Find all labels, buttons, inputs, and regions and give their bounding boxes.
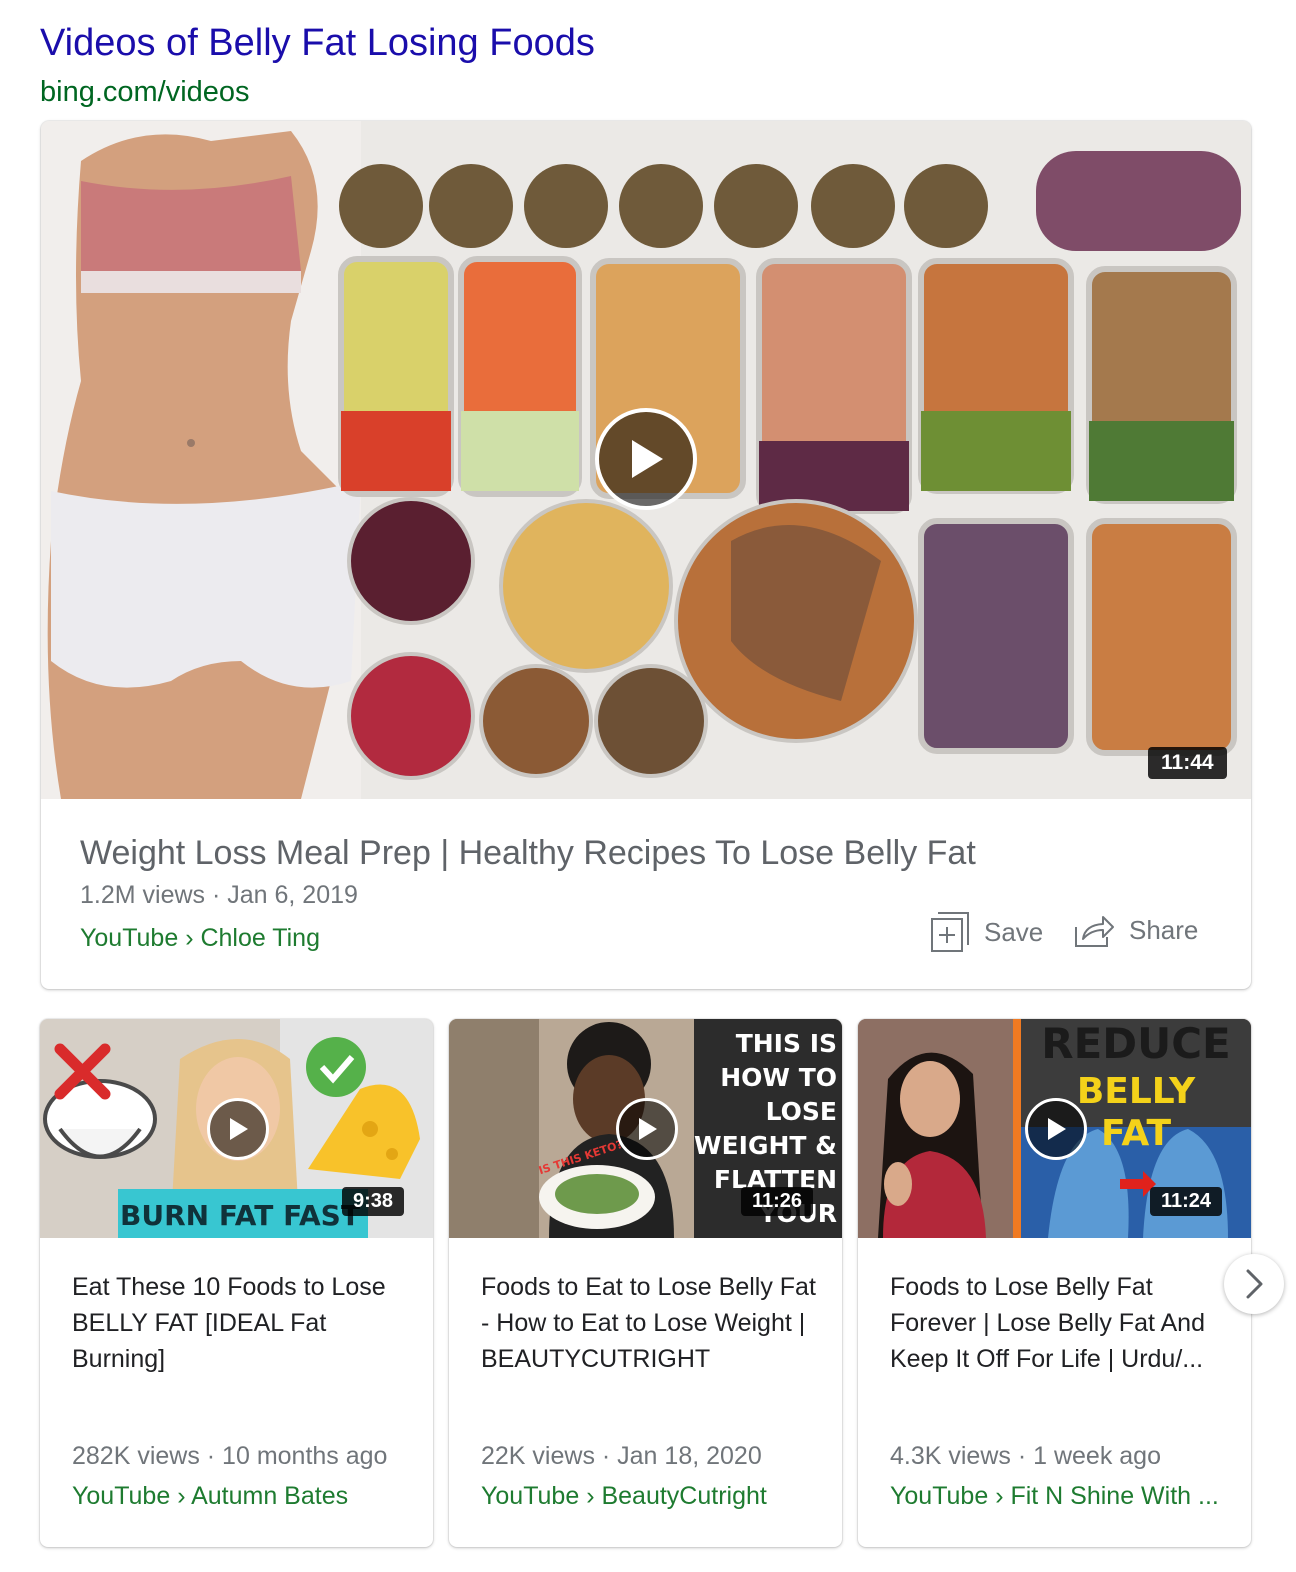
play-icon xyxy=(230,1118,248,1140)
video-source-2[interactable]: YouTube › BeautyCutright xyxy=(481,1482,821,1511)
chevron-right-icon xyxy=(1246,1269,1263,1299)
duration-badge-3: 11:24 xyxy=(1150,1187,1223,1216)
video-title-2[interactable]: Foods to Eat to Lose Belly Fat - How to … xyxy=(481,1269,821,1377)
duration-badge-2: 11:26 xyxy=(741,1187,814,1216)
video-card-3[interactable]: REDUCE BELLY FAT 11:24 Foods to Lose Bel… xyxy=(858,1019,1251,1547)
play-icon xyxy=(639,1118,657,1140)
source-url[interactable]: bing.com/videos xyxy=(40,76,250,109)
video-thumbnail-2[interactable]: THIS IS HOW TO LOSE WEIGHT & FLATTEN YOU… xyxy=(449,1019,842,1238)
video-thumbnail-1[interactable]: BURN FAT FAST 9:38 xyxy=(40,1019,433,1238)
featured-video-card[interactable]: 11:44 Weight Loss Meal Prep | Healthy Re… xyxy=(41,121,1251,989)
play-icon xyxy=(1048,1118,1066,1140)
video-title-3[interactable]: Foods to Lose Belly Fat Forever | Lose B… xyxy=(890,1269,1230,1377)
thumbnail-overlay-text-3a: REDUCE xyxy=(1041,1019,1231,1068)
duration-badge-1: 9:38 xyxy=(342,1187,405,1216)
featured-play-button[interactable] xyxy=(595,408,697,510)
video-card-1[interactable]: BURN FAT FAST 9:38 Eat These 10 Foods to… xyxy=(40,1019,433,1547)
share-icon xyxy=(1075,916,1114,947)
play-icon xyxy=(632,440,663,478)
play-button-1[interactable] xyxy=(207,1098,269,1160)
featured-video-source[interactable]: YouTube › Chloe Ting xyxy=(80,924,320,953)
carousel-next-button[interactable] xyxy=(1224,1254,1284,1314)
video-title-1[interactable]: Eat These 10 Foods to Lose BELLY FAT [ID… xyxy=(72,1269,412,1377)
featured-duration: 11:44 xyxy=(1148,747,1227,779)
video-source-3[interactable]: YouTube › Fit N Shine With ... xyxy=(890,1482,1230,1511)
share-button[interactable]: Share xyxy=(1073,911,1198,949)
save-icon xyxy=(931,912,969,952)
thumbnail-overlay-text-1: BURN FAT FAST xyxy=(120,1199,360,1232)
save-label: Save xyxy=(984,916,1044,947)
results-heading[interactable]: Videos of Belly Fat Losing Foods xyxy=(40,22,595,65)
featured-video-meta: 1.2M views · Jan 6, 2019 xyxy=(80,881,358,909)
video-meta-2: 22K views · Jan 18, 2020 xyxy=(481,1442,762,1470)
video-source-1[interactable]: YouTube › Autumn Bates xyxy=(72,1482,412,1511)
video-card-2[interactable]: THIS IS HOW TO LOSE WEIGHT & FLATTEN YOU… xyxy=(449,1019,842,1547)
video-meta-3: 4.3K views · 1 week ago xyxy=(890,1442,1161,1470)
share-label: Share xyxy=(1129,914,1199,945)
play-button-2[interactable] xyxy=(616,1098,678,1160)
video-meta-1: 282K views · 10 months ago xyxy=(72,1442,388,1470)
featured-video-title[interactable]: Weight Loss Meal Prep | Healthy Recipes … xyxy=(80,834,976,873)
video-thumbnail-3[interactable]: REDUCE BELLY FAT 11:24 xyxy=(858,1019,1251,1238)
play-button-3[interactable] xyxy=(1025,1098,1087,1160)
featured-video-thumbnail[interactable]: 11:44 xyxy=(41,121,1251,799)
save-button[interactable]: Save xyxy=(930,911,1043,953)
